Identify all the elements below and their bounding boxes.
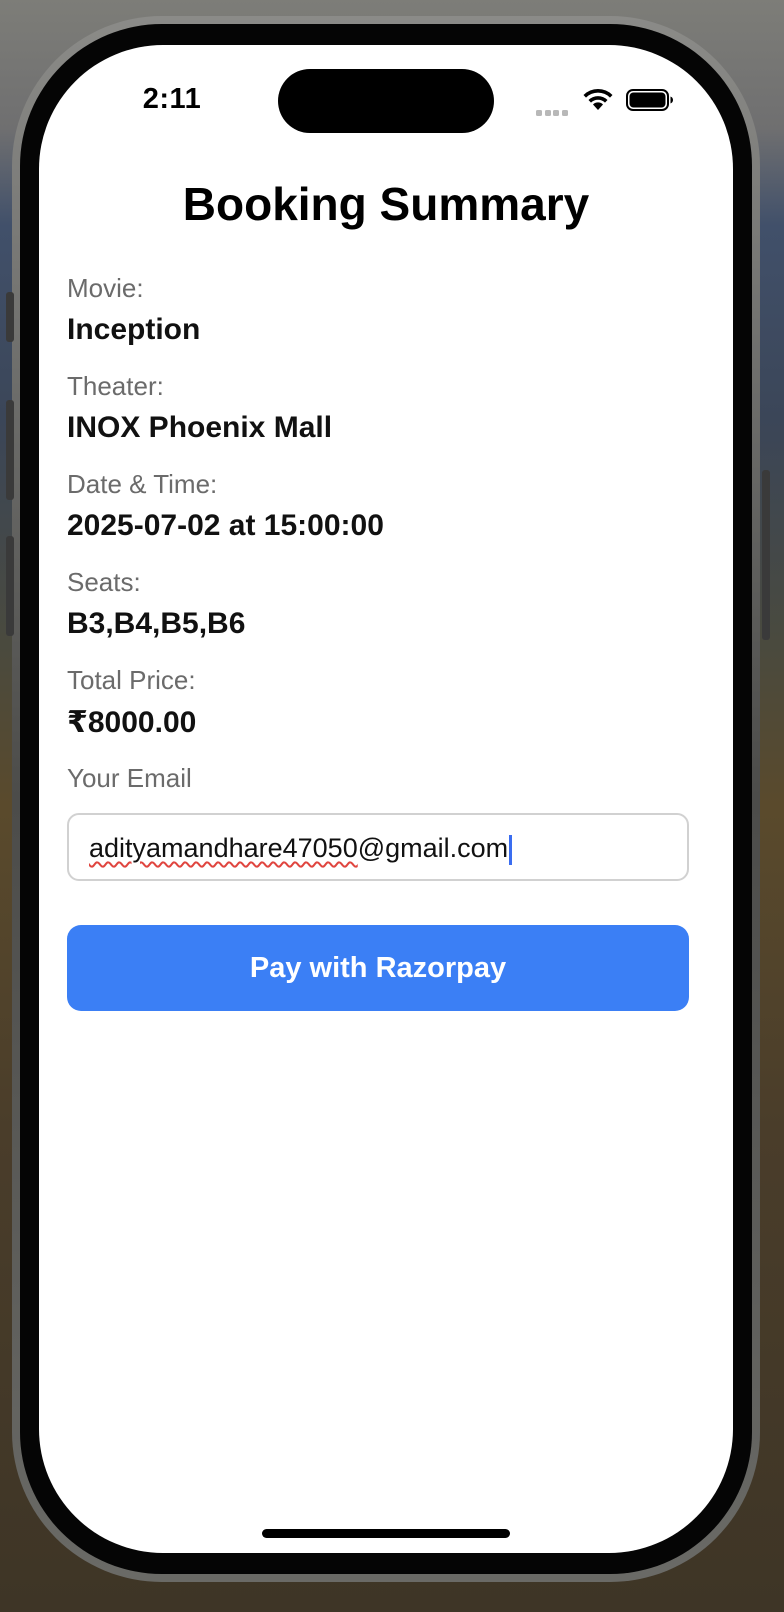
pay-with-razorpay-button[interactable]: Pay with Razorpay (67, 925, 689, 1011)
action-button (6, 292, 14, 342)
email-field-value: adityamandhare47050@gmail.com (89, 833, 513, 865)
email-username-text: adityamandhare47050 (89, 833, 358, 863)
volume-down-button (6, 536, 14, 636)
theater-label: Theater: (67, 371, 164, 401)
text-cursor (509, 834, 513, 865)
power-button (762, 470, 770, 640)
email-label: Your Email (67, 763, 192, 793)
battery-icon (626, 89, 673, 111)
wifi-icon (583, 88, 613, 110)
total-price-label: Total Price: (67, 665, 196, 695)
dynamic-island (278, 69, 494, 133)
theater-value: INOX Phoenix Mall (67, 411, 333, 444)
movie-value: Inception (67, 313, 201, 346)
app-screen: 2:11 Booking Summary Movie: Inception Th… (39, 45, 733, 1553)
seats-value: B3,B4,B5,B6 (67, 607, 246, 640)
email-domain-text: @gmail.com (357, 833, 509, 863)
home-indicator[interactable] (262, 1529, 510, 1538)
datetime-label: Date & Time: (67, 469, 218, 499)
status-time: 2:11 (142, 83, 202, 115)
seats-label: Seats: (67, 567, 141, 597)
datetime-value: 2025-07-02 at 15:00:00 (67, 509, 384, 542)
total-price-value: ₹8000.00 (67, 706, 197, 739)
volume-up-button (6, 400, 14, 500)
page-title: Booking Summary (182, 178, 590, 230)
cellular-signal-icon (536, 103, 572, 116)
movie-label: Movie: (67, 273, 144, 303)
